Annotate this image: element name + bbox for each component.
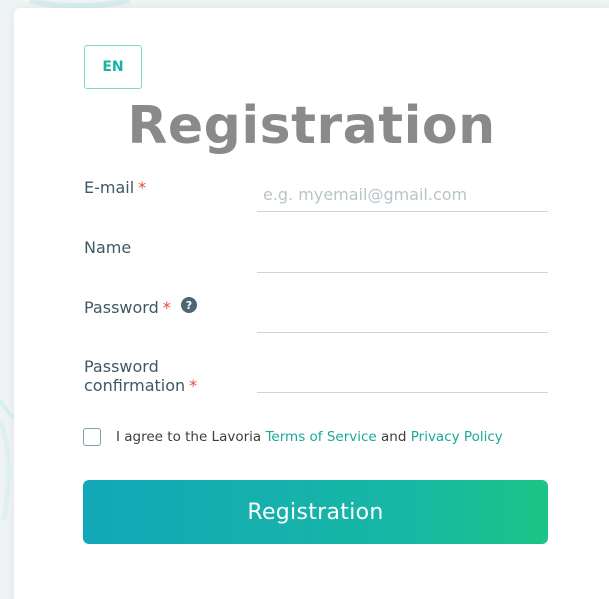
name-label-text: Name <box>84 238 132 257</box>
page-title: Registration <box>127 96 496 156</box>
page: EN Registration E-mail* Name Password*? … <box>0 0 609 599</box>
password-confirmation-label-line1: Password <box>84 357 159 376</box>
email-label: E-mail * <box>84 178 146 197</box>
required-mark: * <box>189 376 198 395</box>
password-label-text: Password <box>84 298 159 317</box>
registration-card: EN Registration E-mail* Name Password*? … <box>14 8 609 599</box>
agreement-text: I agree to the Lavoria Terms of Service … <box>116 429 503 445</box>
password-label: Password *? <box>84 297 197 317</box>
terms-of-service-link[interactable]: Terms of Service <box>265 429 376 445</box>
agree-checkbox[interactable] <box>83 428 101 446</box>
agreement-conjunction: and <box>381 429 407 445</box>
required-mark: * <box>138 178 147 197</box>
password-confirmation-input[interactable] <box>257 359 548 393</box>
name-label: Name <box>84 238 131 257</box>
email-label-text: E-mail <box>84 178 135 197</box>
svg-text:?: ? <box>186 299 192 312</box>
password-confirmation-label: Password confirmation * <box>84 357 197 395</box>
agreement-row: I agree to the Lavoria Terms of Service … <box>83 428 503 446</box>
help-icon[interactable]: ? <box>180 297 197 317</box>
required-mark: * <box>162 298 171 317</box>
name-input[interactable] <box>257 239 548 273</box>
password-confirmation-label-line2: confirmation <box>84 376 186 395</box>
language-button[interactable]: EN <box>84 45 142 89</box>
password-input[interactable] <box>257 299 548 333</box>
registration-button[interactable]: Registration <box>83 480 548 544</box>
agreement-prefix: I agree to the Lavoria <box>116 429 262 445</box>
privacy-policy-link[interactable]: Privacy Policy <box>411 429 503 445</box>
email-input[interactable] <box>257 178 548 212</box>
